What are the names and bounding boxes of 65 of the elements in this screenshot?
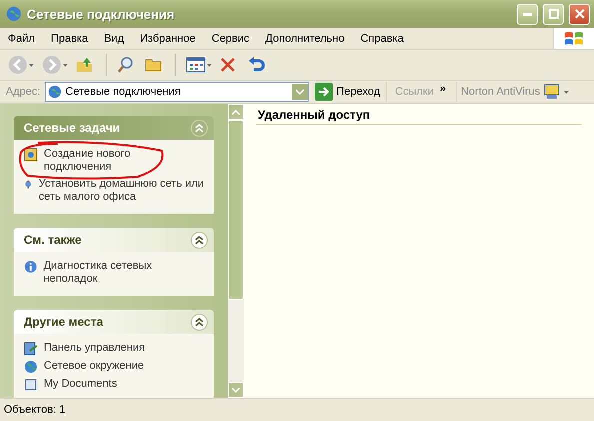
scroll-up-button[interactable] [228,104,244,120]
more-links-chevron[interactable]: » [440,83,446,95]
close-icon [574,9,584,19]
documents-icon [24,378,38,392]
chevron-down-icon [296,89,304,95]
folder-icon [145,57,163,73]
maximize-button[interactable] [543,4,564,24]
monitor-icon [544,84,560,100]
double-chevron-up-icon [195,236,204,244]
double-chevron-up-icon [195,124,204,132]
panel-title: Сетевые задачи [24,121,120,135]
scroll-thumb[interactable] [228,120,244,300]
links-label: Ссылки [394,86,434,98]
globe-icon [6,6,22,22]
scrollbar[interactable] [228,104,244,398]
task-link[interactable]: Панель управления [44,342,146,355]
folder-up-icon [76,56,94,74]
delete-icon [220,57,236,73]
menu-item[interactable]: Справка [352,32,412,44]
caret-icon [29,64,34,66]
menu-item[interactable]: Файл [0,32,44,44]
control-panel-icon [24,342,38,356]
menu-item[interactable]: Дополнительно [258,32,353,44]
double-chevron-up-icon [195,318,204,326]
window-title: Сетевые подключения [27,6,176,22]
task-link[interactable]: Создание нового подключения [44,148,164,174]
collapse-button[interactable] [191,232,208,248]
panel-title: Другие места [24,315,104,329]
menu-item[interactable]: Правка [43,32,96,44]
task-link[interactable]: Диагностика сетевых неполадок [44,260,206,286]
panel-title: См. также [24,233,82,247]
menu-item[interactable]: Вид [96,32,132,44]
caret-icon [63,64,68,66]
close-button[interactable] [569,4,590,24]
flag-logo-icon [563,30,585,48]
status-text: Объектов: 1 [4,404,66,416]
arrow-right-icon [314,83,333,101]
menu-item[interactable]: Сервис [204,32,258,44]
globe-icon [48,85,62,99]
task-link[interactable]: Сетевое окружение [44,360,144,373]
network-icon [24,178,33,192]
scroll-down-button[interactable] [228,382,244,398]
minimize-button[interactable] [517,4,538,24]
address-label: Адрес: [6,86,41,98]
group-header: Удаленный доступ [256,108,582,125]
task-link[interactable]: My Documents [44,378,118,391]
address-field[interactable]: Сетевые подключения [44,82,309,102]
window-grid-icon [186,57,206,73]
minimize-icon [523,12,532,16]
undo-icon [248,57,266,73]
wizard-icon [24,148,38,162]
maximize-icon [548,9,558,19]
chevron-down-icon [232,388,240,392]
collapse-button[interactable] [191,314,208,330]
globe-icon [24,360,38,374]
caret-icon [564,90,570,94]
search-icon [117,56,135,74]
caret-icon [207,64,212,66]
go-button[interactable]: Переход [312,82,388,102]
menu-item[interactable]: Избранное [132,32,204,44]
dropdown-button[interactable] [292,84,308,100]
task-link[interactable]: Установить домашнюю сеть или сеть малого офиса [38,178,206,204]
info-icon [24,260,38,274]
chevron-up-icon [232,110,240,114]
address-value: Сетевые подключения [66,86,182,98]
